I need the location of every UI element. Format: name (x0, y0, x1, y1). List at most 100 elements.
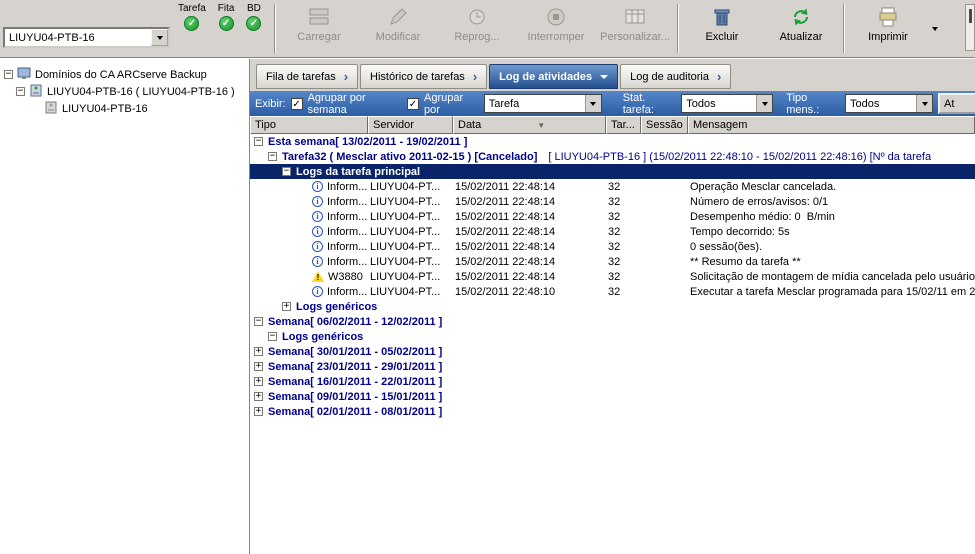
row-label: Logs genéricos (282, 331, 363, 343)
log-section-row[interactable]: −Logs da tarefa principal (250, 164, 975, 179)
group-by-checkbox[interactable] (407, 98, 419, 110)
excluir-button[interactable]: Excluir (682, 0, 761, 57)
tree-item-liuyu04-ptb-16-liuyu04-ptb-16[interactable]: − LIUYU04-PTB-16 ( LIUYU04-PTB-16 ) (2, 83, 247, 100)
status-ok-icon: ✓ (246, 16, 261, 31)
expander-icon[interactable]: − (282, 167, 291, 176)
group-by-select-arrow[interactable] (585, 95, 601, 112)
group-by-select[interactable]: Tarefa (484, 94, 602, 113)
row-label: Semana[ 16/01/2011 - 22/01/2011 ] (268, 376, 442, 388)
tab-log-de-atividades[interactable]: Log de atividades (489, 64, 618, 89)
message-type-select-arrow[interactable] (916, 95, 932, 112)
log-type-label: Inform... (327, 196, 367, 208)
task-status-select[interactable]: Todos (681, 94, 773, 113)
status-tarefa-label: Tarefa (178, 3, 206, 14)
dropdown-arrow-icon (762, 102, 768, 106)
expander-icon[interactable]: + (282, 302, 291, 311)
log-task-cell: 32 (606, 196, 641, 208)
column-header-sessao[interactable]: Sessão (641, 116, 688, 134)
week-group-row[interactable]: +Semana[ 23/01/2011 - 29/01/2011 ] (250, 359, 975, 374)
log-type-label: Inform... (327, 256, 367, 268)
log-type-label: Inform... (327, 211, 367, 223)
server-combobox-arrow[interactable] (151, 29, 168, 46)
log-entry-row[interactable]: iInform...LIUYU04-PT...15/02/2011 22:48:… (250, 194, 975, 209)
server-combobox[interactable]: LIUYU04-PTB-16 (3, 27, 170, 48)
info-icon: i (312, 196, 323, 207)
group-by-week-label: Agrupar por semana (308, 92, 402, 116)
reschedule-icon (465, 5, 489, 29)
print-dropdown-button[interactable] (927, 0, 943, 57)
toolbar-separator (677, 4, 679, 53)
expander-icon[interactable]: + (254, 392, 263, 401)
message-type-label: Tipo mens.: (786, 92, 840, 116)
week-group-row[interactable]: +Semana[ 02/01/2011 - 08/01/2011 ] (250, 404, 975, 419)
log-server-cell: LIUYU04-PT... (368, 226, 453, 238)
log-entry-row[interactable]: iInform...LIUYU04-PT...15/02/2011 22:48:… (250, 224, 975, 239)
log-date-cell: 15/02/2011 22:48:14 (453, 256, 606, 268)
expander-icon[interactable]: − (4, 70, 13, 79)
log-section-row[interactable]: +Logs genéricos (250, 299, 975, 314)
log-type-label: Inform... (327, 226, 367, 238)
log-type-cell: iInform... (250, 241, 368, 253)
log-type-cell: iInform... (250, 226, 368, 238)
log-entry-row[interactable]: iInform...LIUYU04-PT...15/02/2011 22:48:… (250, 209, 975, 224)
group-by-week-checkbox[interactable] (291, 98, 303, 110)
carregar-button: Carregar (279, 0, 358, 57)
tree-item-dominios-do-ca-arcserve-backup[interactable]: − Domínios do CA ARCserve Backup (2, 66, 247, 83)
log-entry-row[interactable]: iInform...LIUYU04-PT...15/02/2011 22:48:… (250, 239, 975, 254)
message-type-select[interactable]: Todos (845, 94, 933, 113)
tab-log-de-auditoria[interactable]: Log de auditoria› (620, 64, 731, 89)
log-entry-row[interactable]: !W3880LIUYU04-PT...15/02/2011 22:48:1432… (250, 269, 975, 284)
tree-item-label: Domínios do CA ARCserve Backup (35, 69, 207, 81)
task-detail-label: [ LIUYU04-PTB-16 ] (15/02/2011 22:48:10 … (548, 151, 931, 163)
log-entry-row[interactable]: iInform...LIUYU04-PT...15/02/2011 22:48:… (250, 254, 975, 269)
column-header-servidor[interactable]: Servidor (368, 116, 453, 134)
expander-icon[interactable]: + (254, 362, 263, 371)
week-group-row[interactable]: + Semana[ 16/01/2011 - 22/01/2011 ] (250, 374, 975, 389)
week-group-row[interactable]: +Semana[ 30/01/2011 - 05/02/2011 ] (250, 344, 975, 359)
chevron-right-icon: › (473, 70, 477, 83)
log-date-cell: 15/02/2011 22:48:10 (453, 286, 606, 298)
week-group-row[interactable]: −Semana[ 06/02/2011 - 12/02/2011 ] (250, 314, 975, 329)
week-group-row[interactable]: +Semana[ 09/01/2011 - 15/01/2011 ] (250, 389, 975, 404)
update-button[interactable]: At (938, 93, 975, 114)
atualizar-button-label: Atualizar (780, 31, 823, 43)
expander-icon[interactable]: − (268, 332, 277, 341)
imprimir-button[interactable]: Imprimir (848, 0, 927, 57)
tree-item-label: LIUYU04-PTB-16 ( LIUYU04-PTB-16 ) (47, 86, 235, 98)
modify-icon (386, 5, 410, 29)
expander-icon[interactable]: − (254, 317, 263, 326)
task-status-select-value: Todos (682, 98, 756, 110)
task-status-select-arrow[interactable] (756, 95, 772, 112)
tab-historico-de-tarefas[interactable]: Histórico de tarefas› (360, 64, 487, 89)
group-by-label: Agrupar por (424, 92, 479, 116)
chevron-right-icon: › (344, 70, 348, 83)
column-header-data[interactable]: Data▼ (453, 116, 606, 134)
task-row[interactable]: −Tarefa32 ( Mesclar ativo 2011-02-15 ) [… (250, 149, 975, 164)
week-group-row[interactable]: −Esta semana[ 13/02/2011 - 19/02/2011 ] (250, 134, 975, 149)
expander-icon[interactable]: − (254, 137, 263, 146)
reprog-button-label: Reprog... (454, 31, 499, 43)
expander-icon[interactable]: + (254, 377, 263, 386)
log-entry-row[interactable]: iInform...LIUYU04-PT...15/02/2011 22:48:… (250, 284, 975, 299)
log-message-cell: 0 sessão(ões). (688, 241, 975, 253)
column-header-tar[interactable]: Tar... (606, 116, 641, 134)
tab-fila-de-tarefas[interactable]: Fila de tarefas› (256, 64, 358, 89)
log-section-row[interactable]: −Logs genéricos (250, 329, 975, 344)
sort-arrow-icon: ▼ (537, 121, 545, 130)
refresh-icon (789, 5, 813, 29)
log-entry-row[interactable]: iInform...LIUYU04-PT...15/02/2011 22:48:… (250, 179, 975, 194)
tree-item-liuyu04-ptb-16[interactable]: LIUYU04-PTB-16 (2, 100, 247, 117)
column-header-mensagem[interactable]: Mensagem (688, 116, 975, 134)
row-label: Semana[ 06/02/2011 - 12/02/2011 ] (268, 316, 442, 328)
log-table-header: TipoServidorData▼Tar...SessãoMensagem (250, 116, 975, 134)
log-date-cell: 15/02/2011 22:48:14 (453, 211, 606, 223)
toolbar: LIUYU04-PTB-16 Tarefa✓Fita✓BD✓ CarregarM… (0, 0, 975, 58)
toolbar-overflow-button[interactable] (965, 4, 975, 51)
expander-icon[interactable]: + (254, 347, 263, 356)
tree-item-label: LIUYU04-PTB-16 (62, 103, 148, 115)
column-header-tipo[interactable]: Tipo (250, 116, 368, 134)
expander-icon[interactable]: − (16, 87, 25, 96)
expander-icon[interactable]: + (254, 407, 263, 416)
atualizar-button[interactable]: Atualizar (761, 0, 840, 57)
expander-icon[interactable]: − (268, 152, 277, 161)
